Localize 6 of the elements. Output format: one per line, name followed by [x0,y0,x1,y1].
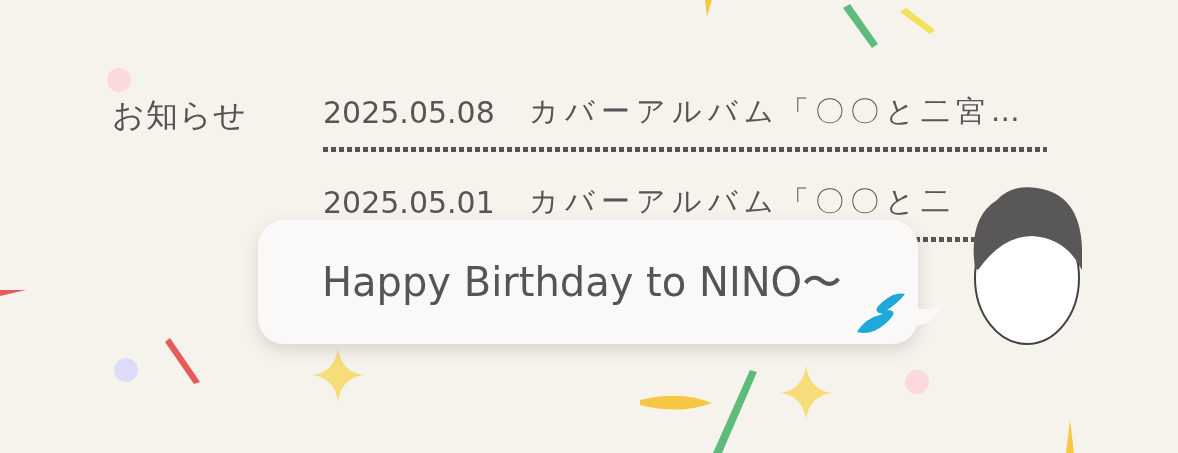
bubble-message: Happy Birthday to NINO〜 [322,257,843,307]
news-date: 2025.05.08 [323,94,495,130]
news-title[interactable]: カバーアルバム「〇〇と二宮… [528,92,1026,132]
news-title[interactable]: カバーアルバム「〇〇と二 [528,182,956,222]
news-date: 2025.05.01 [323,184,495,220]
section-title: お知らせ [112,95,247,136]
